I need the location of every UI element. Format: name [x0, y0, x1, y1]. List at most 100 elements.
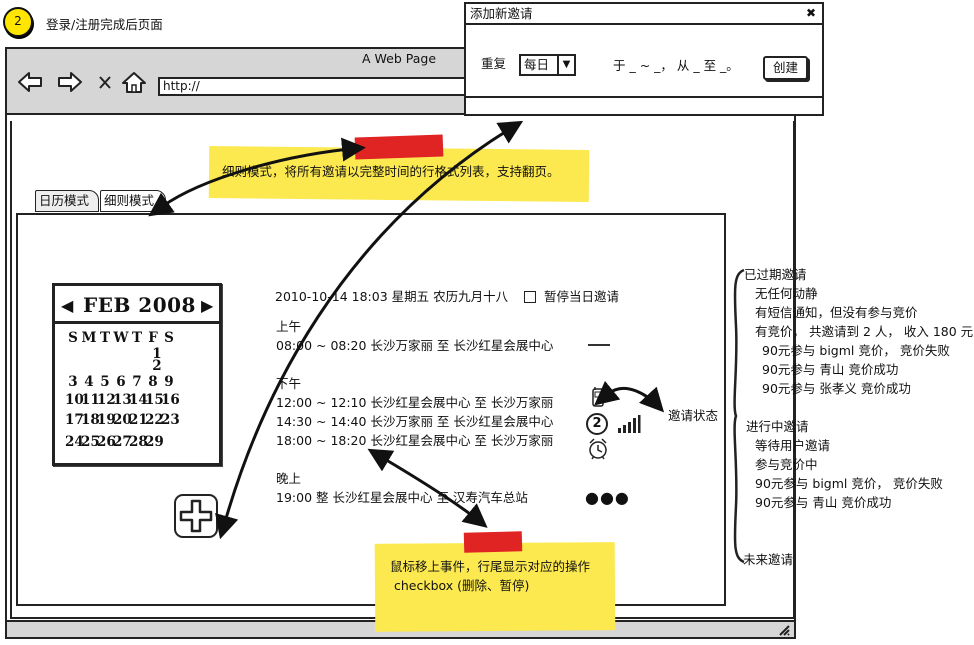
calendar-day[interactable]: 24	[65, 434, 84, 450]
ongoing-invitations-title: 进行中邀请	[746, 419, 809, 434]
week-row: 10 11 12 13 14 15 16	[65, 392, 180, 408]
calendar-day[interactable]: 29	[145, 434, 164, 450]
calendar-day[interactable]: 5	[97, 374, 113, 390]
calendar-day[interactable]: 8	[145, 374, 161, 390]
calendar-month-label: FEB 2008	[83, 293, 196, 317]
schedule-item[interactable]: 12:00 ~ 12:10 长沙红星会展中心 至 长沙万家丽	[276, 395, 553, 411]
step-badge: 2	[3, 7, 33, 37]
week-row: 24 25 26 27 28 29	[65, 434, 164, 450]
future-invitations-title: 未来邀请	[743, 552, 794, 567]
calendar-day[interactable]: 21	[129, 412, 148, 428]
status-line: 90元参与 青山 竞价成功	[762, 362, 899, 377]
status-line: 等待用户邀请	[755, 438, 831, 453]
calendar-day[interactable]: 11	[81, 392, 100, 408]
section-afternoon-title: 下午	[276, 376, 302, 391]
weekday-label: T	[99, 330, 111, 346]
repeat-select[interactable]: 每日 ▼	[519, 54, 576, 76]
tape-mark	[354, 134, 444, 160]
tab-detail-mode[interactable]: 细则模式	[100, 190, 166, 212]
create-button[interactable]: 创建	[763, 56, 808, 80]
status-label: 邀请状态	[668, 408, 719, 423]
status-line: 90元参与 张孝义 竞价成功	[762, 381, 911, 396]
chevron-down-icon: ▼	[557, 56, 574, 74]
dialog-title: 添加新邀请	[470, 6, 533, 21]
expired-invitations-title: 已过期邀请	[744, 267, 807, 282]
dialog-footer	[466, 96, 822, 114]
calendar-day[interactable]: 23	[161, 412, 180, 428]
calendar-day[interactable]: 14	[129, 392, 148, 408]
close-icon[interactable]: ✖	[806, 6, 816, 20]
calendar-day[interactable]: 9	[161, 374, 177, 390]
status-line: 90元参与 bigml 竞价， 竞价失败	[762, 343, 950, 358]
calendar-day[interactable]: 10	[65, 392, 84, 408]
browser-title: A Web Page	[362, 51, 437, 66]
page-caption: 登录/注册完成后页面	[46, 17, 163, 32]
calendar-day[interactable]: 18	[81, 412, 100, 428]
calendar-day[interactable]: 20	[113, 412, 132, 428]
calendar-widget: ◀ FEB 2008 ▶ S M T W T F S 1 2 3 4 5 6 7…	[52, 283, 222, 466]
signal-bars-icon	[618, 415, 641, 433]
schedule-date-line: 2010-10-14 18:03 星期五 农历九月十八	[275, 289, 509, 304]
plus-icon	[179, 499, 213, 533]
status-line: 参与竞价中	[755, 457, 818, 472]
schedule-item[interactable]: 19:00 整 长沙红星会展中心 至 汉寿汽车总站	[276, 490, 528, 506]
calendar-day[interactable]: 16	[161, 392, 180, 408]
section-morning-title: 上午	[276, 319, 302, 334]
next-month-icon[interactable]: ▶	[201, 296, 213, 315]
calendar-header: ◀ FEB 2008 ▶	[55, 286, 219, 324]
status-line: 90元参与 bigml 竞价， 竞价失败	[755, 476, 943, 491]
weekday-label: S	[164, 330, 174, 346]
schedule-item[interactable]: 18:00 ~ 18:20 长沙红星会展中心 至 长沙万家丽	[276, 433, 553, 449]
alarm-clock-icon	[589, 438, 607, 460]
repeat-label: 重复	[481, 56, 507, 71]
pause-today-checkbox[interactable]	[524, 291, 536, 303]
home-icon[interactable]	[121, 71, 147, 93]
calendar-day[interactable]: 22	[145, 412, 164, 428]
stop-close-icon[interactable]	[95, 71, 115, 93]
more-actions-icon[interactable]: ●●●	[585, 488, 630, 507]
weekday-label: M	[81, 330, 97, 346]
weekday-row: S M T W T F S	[65, 330, 177, 346]
mobile-phone-icon	[592, 387, 604, 407]
calendar-day[interactable]: 19	[97, 412, 116, 428]
schedule-item[interactable]: 14:30 ~ 14:40 长沙万家丽 至 长沙红星会展中心	[276, 414, 553, 430]
calendar-day[interactable]: 3	[65, 374, 81, 390]
calendar-day[interactable]: 17	[65, 412, 84, 428]
calendar-day[interactable]: 15	[145, 392, 164, 408]
weekday-label: W	[113, 330, 129, 346]
tab-calendar-mode[interactable]: 日历模式	[35, 190, 99, 212]
hover-note-line1: 鼠标移上事件，行尾显示对应的操作	[390, 559, 591, 574]
calendar-day[interactable]: 4	[81, 374, 97, 390]
step-number: 2	[14, 14, 22, 28]
schedule-item[interactable]: 08:00 ~ 08:20 长沙万家丽 至 长沙红星会展中心	[276, 338, 553, 354]
week-row: 3 4 5 6 7 8 9	[65, 374, 177, 390]
weekday-label: T	[131, 330, 143, 346]
add-invitation-button[interactable]	[174, 494, 218, 538]
weekday-label: S	[68, 330, 78, 346]
calendar-day[interactable]: 28	[129, 434, 148, 450]
calendar-day[interactable]: 25	[81, 434, 100, 450]
detail-mode-note: 细则模式，将所有邀请以完整时间的行格式列表，支持翻页。	[222, 164, 560, 179]
calendar-day[interactable]: 27	[113, 434, 132, 450]
calendar-day[interactable]: 26	[97, 434, 116, 450]
status-line: 有竞价， 共邀请到 2 人， 收入 180 元	[755, 324, 974, 339]
calendar-day[interactable]: 13	[113, 392, 132, 408]
prev-month-icon[interactable]: ◀	[61, 296, 73, 315]
resize-grip-icon[interactable]	[777, 624, 791, 636]
tape-mark	[463, 531, 523, 553]
section-evening-title: 晚上	[276, 471, 302, 486]
calendar-day[interactable]: 12	[97, 392, 116, 408]
calendar-day[interactable]: 7	[129, 374, 145, 390]
url-input[interactable]: http://	[158, 77, 488, 96]
dialog-titlebar: 添加新邀请 ✖	[466, 4, 822, 25]
forward-arrow-icon[interactable]	[57, 71, 83, 93]
week-row: 17 18 19 20 21 22 23	[65, 412, 180, 428]
back-arrow-icon[interactable]	[17, 71, 43, 93]
divider-mark	[588, 344, 610, 346]
pause-today-label: 暂停当日邀请	[544, 289, 620, 304]
status-count-icon: 2	[586, 413, 608, 435]
calendar-day[interactable]: 6	[113, 374, 129, 390]
hover-note-line2: checkbox (删除、暂停)	[394, 578, 530, 593]
calendar-day[interactable]: 2	[149, 358, 165, 374]
time-pattern: 于 _ ~ _， 从 _ 至 _。	[613, 58, 739, 73]
